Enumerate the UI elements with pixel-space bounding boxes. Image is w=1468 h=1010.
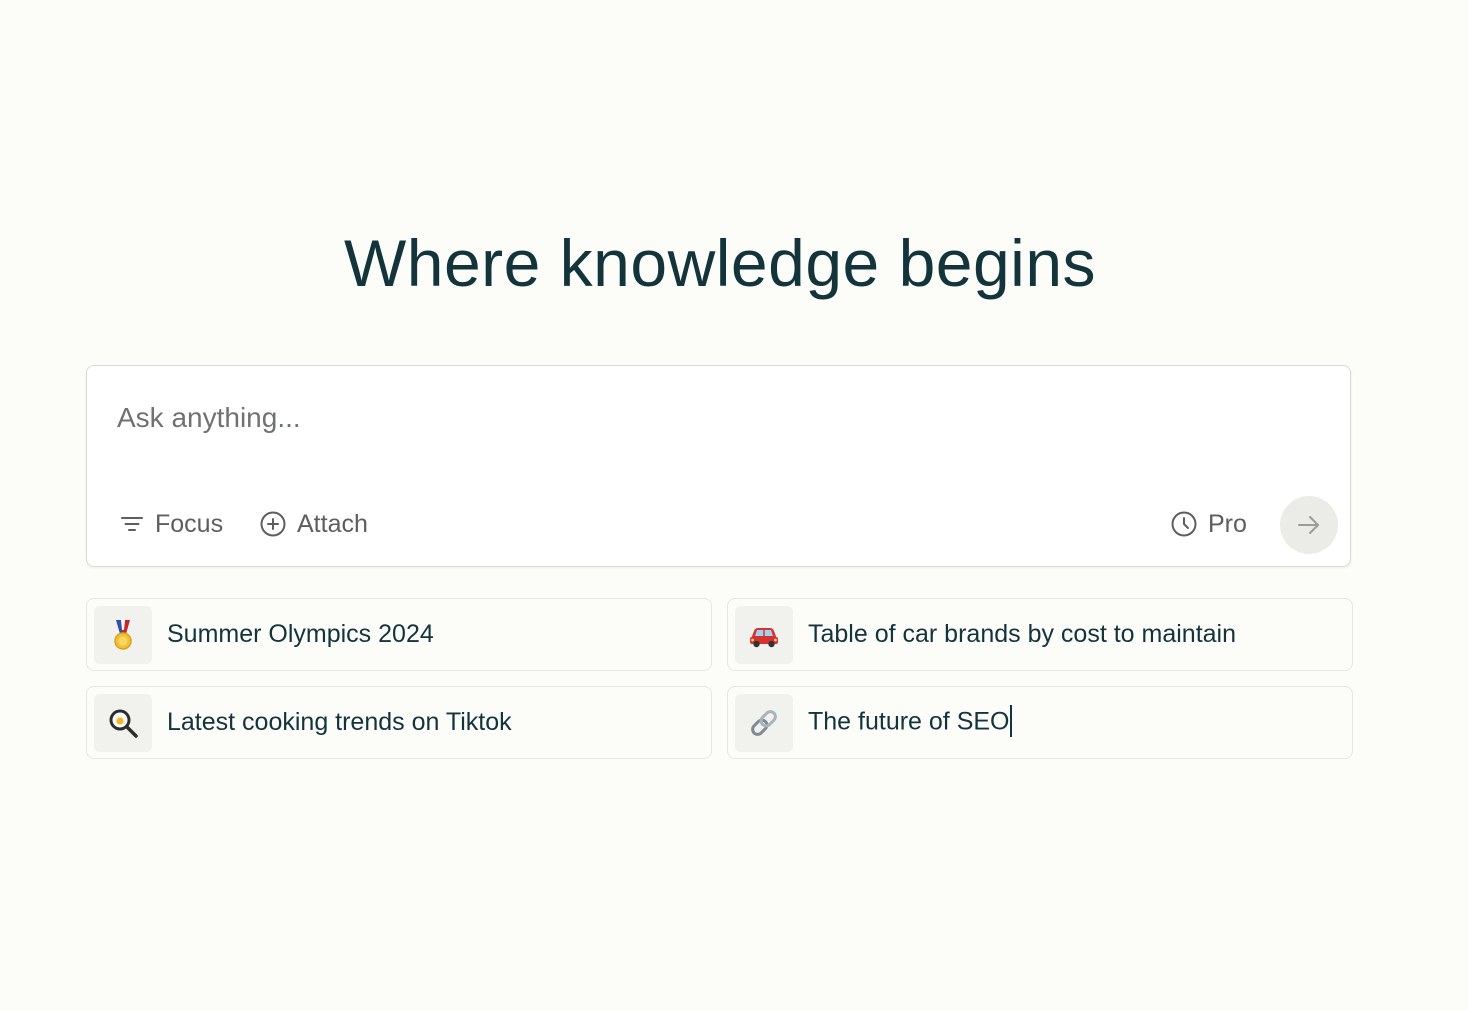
suggestion-item[interactable]: Table of car brands by cost to maintain	[727, 598, 1353, 671]
text-cursor	[1009, 704, 1012, 737]
search-input[interactable]	[117, 396, 1317, 440]
suggestion-label: Summer Olympics 2024	[167, 620, 434, 648]
focus-button[interactable]: Focus	[119, 504, 223, 544]
focus-label: Focus	[155, 509, 224, 538]
medal-icon	[94, 605, 152, 664]
suggestion-label: Latest cooking trends on Tiktok	[167, 708, 512, 736]
car-icon	[735, 605, 793, 664]
attach-button[interactable]: Attach	[259, 504, 368, 544]
pro-label: Pro	[1208, 509, 1247, 538]
suggestion-label: The future of SEO	[808, 704, 1012, 739]
link-icon	[735, 693, 793, 752]
page-title: Where knowledge begins	[343, 226, 1097, 300]
page: Where knowledge begins Focus Att	[0, 0, 1468, 1010]
arrow-right-icon	[1295, 511, 1323, 539]
submit-button[interactable]	[1280, 496, 1338, 554]
clock-icon	[1170, 510, 1198, 538]
plus-circle-icon	[259, 510, 287, 538]
suggestion-label-text: The future of SEO	[808, 707, 1010, 736]
filter-lines-icon	[119, 511, 145, 537]
suggestion-item[interactable]: Summer Olympics 2024	[86, 598, 712, 671]
attach-label: Attach	[297, 509, 368, 538]
search-box: Focus Attach Pro	[86, 365, 1351, 567]
frying-pan-search-icon	[94, 693, 152, 752]
pro-toggle[interactable]: Pro	[1170, 504, 1247, 544]
suggestion-label: Table of car brands by cost to maintain	[808, 620, 1237, 648]
suggestion-item[interactable]: Latest cooking trends on Tiktok	[86, 686, 712, 759]
suggestion-item[interactable]: The future of SEO	[727, 686, 1353, 759]
